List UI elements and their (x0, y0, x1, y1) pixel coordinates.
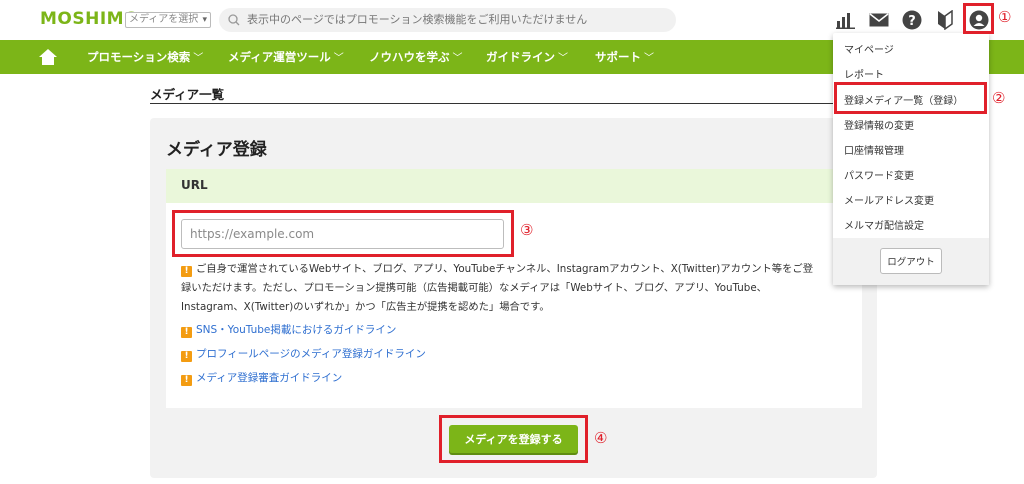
url-section-header (166, 169, 862, 203)
menu-item-email[interactable]: メールアドレス変更 (844, 192, 934, 207)
divider (150, 103, 877, 104)
search-placeholder: 表示中のページではプロモーション検索機能をご利用いただけません (247, 13, 588, 26)
nav-item-guidelines[interactable]: ガイドライン ﹀ (486, 40, 568, 74)
url-label: URL (181, 178, 208, 192)
registration-note: ! ご自身で運営されているWebサイト、ブログ、アプリ、YouTubeチャンネル、… (181, 263, 813, 313)
chevron-down-icon: ﹀ (193, 53, 204, 64)
menu-item-account-info[interactable]: 登録情報の変更 (844, 117, 914, 132)
media-select[interactable]: メディアを選択 ▾ (125, 12, 211, 28)
annotation-box-1 (963, 3, 994, 34)
annotation-number-3: ③ (520, 221, 534, 239)
logout-button[interactable]: ログアウト (880, 248, 942, 274)
annotation-number-4: ④ (594, 429, 608, 447)
nav-item-media-tools[interactable]: メディア運営ツール ﹀ (228, 40, 344, 74)
annotation-number-2: ② (992, 89, 1006, 107)
menu-item-mypage[interactable]: マイページ (844, 41, 894, 56)
menu-item-newsletter[interactable]: メルマガ配信設定 (844, 217, 924, 232)
home-icon[interactable] (38, 47, 58, 67)
chevron-down-icon: ﹀ (452, 53, 463, 64)
media-select-value: メディアを選択 (129, 14, 199, 25)
beginner-mark-icon[interactable] (933, 8, 957, 32)
chevron-down-icon: ﹀ (333, 53, 344, 64)
nav-item-knowhow[interactable]: ノウハウを学ぶ ﹀ (369, 40, 463, 74)
card-title: メディア登録 (166, 140, 267, 160)
guideline-link-review[interactable]: ! メディア登録審査ガイドライン (181, 370, 342, 386)
bar-chart-icon[interactable] (834, 8, 858, 32)
warning-icon: ! (181, 327, 192, 338)
guideline-link-sns[interactable]: ! SNS・YouTube掲載におけるガイドライン (181, 322, 396, 338)
mail-icon[interactable] (867, 8, 891, 32)
menu-item-password[interactable]: パスワード変更 (844, 167, 914, 182)
search-bar[interactable]: 表示中のページではプロモーション検索機能をご利用いただけません (219, 8, 676, 32)
help-icon[interactable]: ? (900, 8, 924, 32)
chevron-down-icon: ﹀ (558, 53, 568, 64)
nav-item-support[interactable]: サポート ﹀ (595, 40, 654, 74)
chevron-down-icon: ﹀ (644, 53, 654, 64)
chevron-down-icon: ▾ (202, 15, 207, 25)
annotation-box-3 (172, 210, 514, 257)
annotation-number-1: ① (998, 8, 1012, 26)
guideline-link-profile[interactable]: ! プロフィールページのメディア登録ガイドライン (181, 346, 426, 362)
menu-item-report[interactable]: レポート (844, 66, 884, 81)
warning-icon: ! (181, 351, 192, 362)
menu-item-bank-account[interactable]: 口座情報管理 (844, 142, 904, 157)
annotation-box-2 (834, 82, 987, 114)
svg-text:?: ? (908, 14, 916, 29)
nav-item-promotion-search[interactable]: プロモーション検索 ﹀ (87, 40, 203, 74)
warning-icon: ! (181, 375, 192, 386)
annotation-box-4 (439, 415, 588, 463)
warning-icon: ! (181, 266, 192, 277)
search-icon (228, 8, 240, 41)
page-title: メディア一覧 (150, 87, 225, 102)
